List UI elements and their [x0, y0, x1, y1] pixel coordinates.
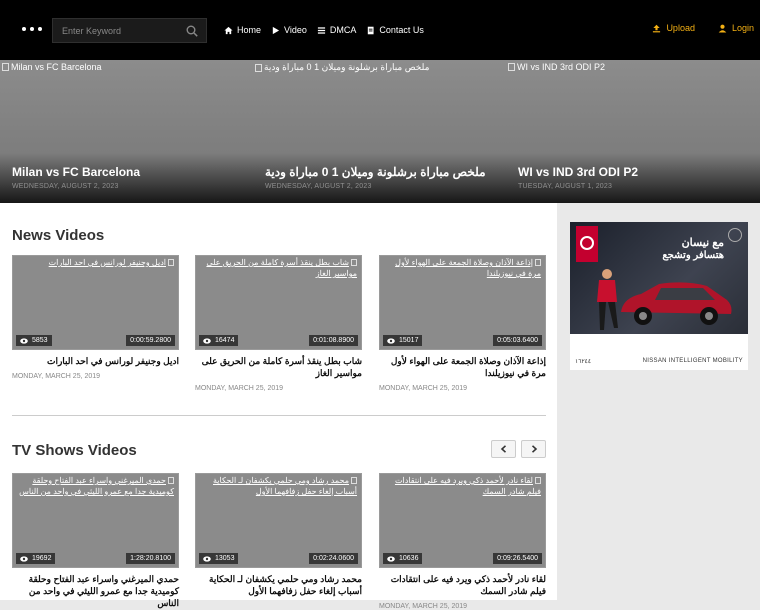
video-duration: 0:09:26.5400 [493, 553, 542, 564]
upload-icon [653, 24, 661, 32]
eye-icon [387, 555, 395, 562]
nav-dmca[interactable]: DMCA [317, 23, 356, 37]
menu-icon [317, 26, 325, 34]
featured-slide[interactable]: ملخص مباراة برشلونة وميلان 1 0 مباراة ود… [253, 60, 506, 203]
view-count: 19692 [16, 553, 56, 564]
broken-image: اديل وجنيفر لورانس في احد البارات [15, 257, 174, 268]
user-icon [718, 24, 727, 33]
video-thumbnail[interactable]: حمدي الميرغني واسراء عبد الفتاح وحلقة كو… [12, 473, 179, 568]
top-navbar: Home Video DMCA Contact Us Upload Login [0, 0, 760, 60]
tvshows-section-title: TV Shows Videos [12, 442, 137, 459]
slide-title[interactable]: Milan vs FC Barcelona [12, 165, 140, 179]
eye-icon [387, 337, 395, 344]
car-image [621, 282, 732, 325]
broken-image: محمد رشاد ومي حلمي يكشفان لـ الحكاية أسب… [213, 476, 357, 496]
main-nav: Home Video DMCA Contact Us [224, 23, 424, 37]
featured-slider: Milan vs FC Barcelona Milan vs FC Barcel… [0, 60, 760, 203]
broken-image: حمدي الميرغني واسراء عبد الفتاح وحلقة كو… [19, 476, 174, 496]
nav-video[interactable]: Video [271, 23, 307, 37]
play-icon [272, 26, 280, 34]
broken-image: ملخص مباراة برشلونة وميلان 1 0 مباراة ود… [255, 62, 429, 73]
prev-button[interactable] [491, 440, 516, 458]
eye-icon [203, 337, 211, 344]
eye-icon [20, 555, 28, 562]
ad-subline: هتسافر وتشجع [662, 250, 724, 261]
video-duration: 1:28:20.8100 [126, 553, 175, 564]
search-input[interactable] [62, 23, 180, 39]
video-card[interactable]: شاب بطل ينقذ أسرة كاملة من الحريق على مو… [195, 255, 362, 392]
chevron-right-icon [531, 445, 537, 453]
video-duration: 0:00:59.2800 [126, 335, 175, 346]
broken-image: لقاء نادر لأحمد ذكي ويرد فيه على انتقادا… [394, 476, 541, 496]
slide-date: TUESDAY, AUGUST 1, 2023 [518, 183, 613, 190]
document-icon [368, 26, 374, 34]
video-title[interactable]: محمد رشاد ومي حلمي يكشفان لـ الحكاية أسب… [195, 573, 362, 597]
video-date: MONDAY, MARCH 25, 2019 [195, 385, 284, 392]
champions-league-logo [728, 228, 742, 242]
view-count: 13053 [199, 553, 239, 564]
search-icon[interactable] [186, 25, 198, 37]
video-card[interactable]: حمدي الميرغني واسراء عبد الفتاح وحلقة كو… [12, 473, 179, 609]
user-links: Upload Login [652, 23, 754, 33]
view-count: 15017 [383, 335, 423, 346]
nav-contact[interactable]: Contact Us [366, 23, 424, 37]
video-duration: 0:02:24.0600 [309, 553, 358, 564]
ad-hotline: ١٦٢٤٤ [575, 358, 592, 365]
main-content: News Videos اديل وجنيفر لورانس في احد ال… [0, 203, 557, 610]
ad-headline: مع نيسان [681, 237, 724, 249]
video-duration: 0:05:03.6400 [493, 335, 542, 346]
nissan-logo [576, 226, 598, 262]
slide-title[interactable]: WI vs IND 3rd ODI P2 [518, 165, 638, 179]
eye-icon [203, 555, 211, 562]
featured-slide[interactable]: Milan vs FC Barcelona Milan vs FC Barcel… [0, 60, 253, 203]
video-date: MONDAY, MARCH 25, 2019 [379, 385, 468, 392]
video-card[interactable]: لقاء نادر لأحمد ذكي ويرد فيه على انتقادا… [379, 473, 546, 610]
slide-title[interactable]: ملخص مباراة برشلونة وميلان 1 0 مباراة ود… [265, 165, 486, 179]
more-menu-icon[interactable] [22, 24, 44, 34]
video-thumbnail[interactable]: إذاعة الآذان وصلاة الجمعة على الهواء لأو… [379, 255, 546, 350]
video-card[interactable]: محمد رشاد ومي حلمي يكشفان لـ الحكاية أسب… [195, 473, 362, 597]
video-thumbnail[interactable]: محمد رشاد ومي حلمي يكشفان لـ الحكاية أسب… [195, 473, 362, 568]
nissan-ad-banner[interactable]: مع نيسان هتسافر وتشجع ١٦٢٤٤ NISSAN INTEL… [570, 222, 748, 370]
video-duration: 0:01:08.8900 [309, 335, 358, 346]
video-title[interactable]: لقاء نادر لأحمد ذكي ويرد فيه على انتقادا… [379, 573, 546, 597]
video-title[interactable]: شاب بطل ينقذ أسرة كاملة من الحريق على مو… [195, 355, 362, 379]
featured-slide[interactable]: WI vs IND 3rd ODI P2 WI vs IND 3rd ODI P… [506, 60, 760, 203]
video-title[interactable]: حمدي الميرغني واسراء عبد الفتاح وحلقة كو… [12, 573, 179, 609]
upload-link[interactable]: Upload [652, 23, 695, 33]
view-count: 16474 [199, 335, 239, 346]
broken-image: Milan vs FC Barcelona [2, 62, 102, 72]
next-button[interactable] [521, 440, 546, 458]
video-thumbnail[interactable]: اديل وجنيفر لورانس في احد البارات 5853 0… [12, 255, 179, 350]
home-icon [224, 26, 233, 34]
broken-image: شاب بطل ينقذ أسرة كاملة من الحريق على مو… [206, 258, 357, 278]
eye-icon [20, 337, 28, 344]
video-thumbnail[interactable]: لقاء نادر لأحمد ذكي ويرد فيه على انتقادا… [379, 473, 546, 568]
news-section-title: News Videos [12, 227, 105, 244]
ad-slogan: NISSAN INTELLIGENT MOBILITY [642, 358, 743, 364]
video-card[interactable]: إذاعة الآذان وصلاة الجمعة على الهواء لأو… [379, 255, 546, 392]
slide-date: WEDNESDAY, AUGUST 2, 2023 [265, 183, 372, 190]
carousel-controls [491, 440, 546, 458]
ad-footer: ١٦٢٤٤ NISSAN INTELLIGENT MOBILITY [570, 352, 748, 370]
video-title[interactable]: إذاعة الآذان وصلاة الجمعة على الهواء لأو… [379, 355, 546, 379]
video-date: MONDAY, MARCH 25, 2019 [12, 373, 101, 380]
video-card[interactable]: اديل وجنيفر لورانس في احد البارات 5853 0… [12, 255, 179, 380]
nav-home[interactable]: Home [224, 23, 261, 37]
slide-date: WEDNESDAY, AUGUST 2, 2023 [12, 183, 119, 190]
broken-image: إذاعة الآذان وصلاة الجمعة على الهواء لأو… [395, 258, 541, 278]
chevron-left-icon [500, 445, 506, 453]
search-box [52, 18, 207, 43]
view-count: 10636 [383, 553, 423, 564]
video-title[interactable]: اديل وجنيفر لورانس في احد البارات [12, 355, 179, 367]
video-thumbnail[interactable]: شاب بطل ينقذ أسرة كاملة من الحريق على مو… [195, 255, 362, 350]
section-divider [12, 415, 546, 416]
video-date: MONDAY, MARCH 25, 2019 [379, 603, 468, 610]
login-link[interactable]: Login [718, 23, 754, 33]
broken-image: WI vs IND 3rd ODI P2 [508, 62, 605, 72]
view-count: 5853 [16, 335, 52, 346]
